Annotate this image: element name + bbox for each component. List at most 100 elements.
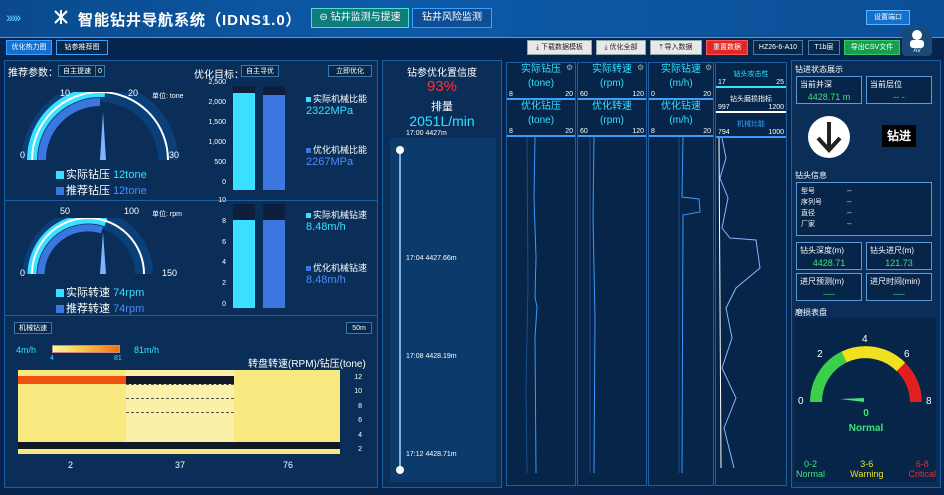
rop-opt-bar	[263, 219, 285, 308]
tab-risk[interactable]: 钻井风险监测	[412, 8, 492, 28]
legend-name: Normal	[796, 469, 826, 479]
rpm-rec-value: 74rpm	[113, 303, 145, 315]
track-bit: 钻头攻击性 17 25 钻头磨损指标 997 1200 机械比能 794 1000	[715, 62, 787, 486]
auto-optimize-button[interactable]: 自主寻优	[241, 65, 279, 77]
heat-depth-button[interactable]: 50m	[346, 322, 372, 334]
track-wob: 实际钻压 (tone) 8 20 优化钻压 (tone) 8 20	[506, 62, 576, 486]
rop-actual-label: 实际机械钻速	[313, 210, 368, 220]
mse-track-title: 机械比能	[737, 121, 765, 128]
legend-name: Warning	[850, 469, 884, 479]
pred-value: ----	[823, 289, 835, 299]
import-data-button[interactable]: ⤒ 导入数据	[650, 40, 702, 55]
track-unit-text: (m/h)	[669, 115, 693, 126]
mse-actual-label: 实际机械比能	[313, 94, 368, 104]
axis-tick: 10	[218, 197, 226, 204]
scale-min: 8	[509, 128, 513, 135]
track-gear-icon[interactable]: ⚙	[705, 63, 712, 72]
scale-min: 794	[718, 129, 730, 136]
download-template-button[interactable]: ⤓ 下载数据模板	[527, 40, 592, 55]
optimize-all-button[interactable]: ⤓ 优化全部	[596, 40, 646, 55]
wear-state: Normal	[848, 423, 884, 434]
track-top-title: 实际钻压 (tone)	[507, 63, 575, 91]
wob-tick-30: 30	[169, 150, 180, 160]
timeline-mark-1: 17:04 4427.66m	[406, 255, 457, 262]
track-scale: 17 25	[716, 79, 786, 88]
track-unit-text: (rpm)	[600, 115, 624, 126]
pred-box: 进尺预测(m) ----	[796, 273, 862, 301]
timeline-mark-3: 17:12 4428.71m	[406, 451, 457, 458]
legend-swatch	[56, 289, 64, 298]
app-title: 智能钻井导航系统（IDNS1.0）	[78, 12, 302, 29]
track-title-text: 优化钻压	[521, 101, 561, 112]
bit-row: 序列号 --	[801, 197, 927, 208]
track-scale: 60 120	[578, 91, 646, 100]
wear-title: 磨损表盘	[795, 308, 827, 317]
timeline-mark-0: 17:00 4427m	[406, 130, 447, 137]
back-chevron-icon[interactable]: ‹	[262, 9, 267, 25]
scale-max: 20	[703, 128, 711, 135]
auto-speed-button[interactable]: 自主提速	[58, 65, 96, 77]
mse-actual-track	[233, 86, 255, 190]
user-menu-label: A\/	[913, 48, 921, 54]
wear-tick: 2	[817, 349, 823, 360]
track-title-text: 实际钻压	[521, 64, 561, 75]
axis-tick: 2,000	[208, 99, 226, 106]
rpm-tick-100: 100	[124, 206, 140, 216]
timeline-start-handle[interactable]	[396, 146, 404, 154]
tab-heatmap[interactable]: 优化热力图	[6, 40, 52, 55]
footage-box: 钻头进尺(m) 121.73	[866, 242, 932, 270]
axis-tick: 0	[222, 179, 226, 186]
track-rop-curve	[678, 136, 701, 474]
scale-min: 17	[718, 79, 726, 86]
track-title-text: 实际钻速	[661, 64, 701, 75]
scale-min: 0	[651, 91, 655, 98]
chevrons-icon: ›››››	[6, 9, 21, 25]
track-scale: 8 20	[649, 128, 713, 137]
flow-label: 排量	[431, 101, 453, 113]
bit-row-key: 厂家	[801, 221, 815, 228]
track-unit-text: (tone)	[527, 115, 555, 126]
track-title-text: 优化转速	[592, 101, 632, 112]
auto-speed-value[interactable]: 0	[95, 65, 105, 77]
rop-opt-track	[263, 204, 285, 308]
track-bit-curve	[718, 137, 761, 469]
pred-label: 进尺预测(m)	[800, 277, 844, 286]
wob-recommended: 推荐钻压 12tone	[56, 182, 147, 198]
heat-title: 转盘转速(RPM)/钻压(tone)	[248, 359, 366, 370]
heat-colorbar	[52, 345, 120, 353]
wob-tick-0: 0	[20, 150, 26, 160]
wear-legend-critical: 6-8 Critical	[908, 459, 936, 479]
clear-data-button[interactable]: 重置数据	[706, 40, 748, 55]
heat-x-tick: 37	[175, 460, 186, 470]
instant-optimize-button[interactable]: 立即优化	[328, 65, 372, 77]
tab-monitor[interactable]: ⊖ 钻井监测与提速	[311, 8, 409, 28]
recommend-label: 推荐参数：	[8, 68, 58, 79]
wob-actual: 实际钻压 12tone	[56, 166, 147, 182]
bit-aggr-title: 钻头攻击性	[733, 71, 769, 78]
axis-tick: 10	[354, 388, 362, 396]
heat-colorbar-max: 81	[114, 355, 122, 362]
timeline-mark-2: 17:08 4428.19m	[406, 353, 457, 360]
track-gear-icon[interactable]: ⚙	[637, 63, 644, 72]
monitor-icon: ⊖	[319, 12, 331, 23]
tab-monitor-label: 钻井监测与提速	[330, 12, 401, 23]
cur-layer-value: -- -	[893, 92, 905, 102]
settings-port-button[interactable]: 设置端口	[866, 10, 910, 25]
tab-recommend[interactable]: 钻参推荐图	[56, 40, 108, 55]
legend-swatch	[56, 187, 64, 196]
rpm-tick-50: 50	[60, 206, 71, 216]
rop-actual-bar	[233, 219, 255, 308]
timeline-end-handle[interactable]	[396, 466, 404, 474]
track-gear-icon[interactable]: ⚙	[566, 63, 573, 72]
heat-x-tick: 2	[68, 460, 74, 470]
export-csv-button[interactable]: 导出CSV文件	[844, 40, 900, 55]
user-menu[interactable]: A\/	[902, 28, 932, 56]
heat-tab-rop[interactable]: 机械钻速	[14, 322, 52, 334]
track-bot-title: 优化钻压 (tone)	[507, 100, 575, 128]
track-bot-title: 优化钻速 (m/h)	[649, 100, 713, 128]
bit-depth-box: 钻头深度(m) 4428.71	[796, 242, 862, 270]
bit-depth-value: 4428.71	[812, 258, 846, 268]
wob-rec-value: 12tone	[113, 185, 147, 197]
track-rop: 实际钻速 (m/h) 0 20 优化钻速 (m/h) 8 20	[648, 62, 714, 486]
scale-min: 60	[580, 91, 588, 98]
